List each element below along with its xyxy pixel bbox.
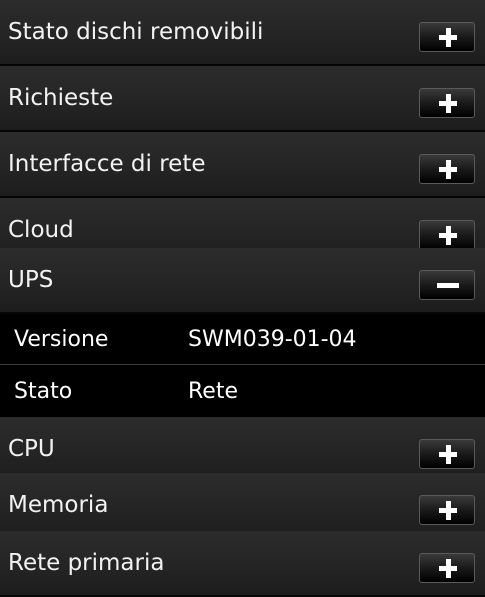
detail-value: SWM039-01-04	[188, 327, 357, 352]
section-title: Memoria	[8, 492, 109, 518]
expand-button[interactable]	[419, 22, 475, 52]
expand-button[interactable]	[419, 154, 475, 184]
section-title: Rete primaria	[8, 550, 165, 576]
detail-row-stato: Stato Rete	[0, 366, 485, 417]
expand-button[interactable]	[419, 495, 475, 525]
section-title: CPU	[8, 436, 55, 462]
section-title: Interfacce di rete	[8, 151, 206, 177]
system-status-panel: Stato dischi removibili Richieste Interf…	[0, 0, 485, 597]
section-title: UPS	[8, 267, 54, 293]
section-title: Richieste	[8, 85, 114, 111]
expand-button[interactable]	[419, 88, 475, 118]
detail-key: Stato	[14, 379, 73, 404]
section-header-rete-primaria[interactable]: Rete primaria	[0, 531, 485, 597]
section-header-memoria[interactable]: Memoria	[0, 473, 485, 539]
section-title: Stato dischi removibili	[8, 19, 264, 45]
expand-button[interactable]	[419, 220, 475, 250]
ups-details: Versione SWM039-01-04 Stato Rete	[0, 314, 485, 417]
detail-key: Versione	[14, 327, 109, 352]
section-header-interfacce-di-rete[interactable]: Interfacce di rete	[0, 132, 485, 198]
detail-value: Rete	[188, 379, 238, 404]
section-header-ups[interactable]: UPS	[0, 248, 485, 314]
section-header-richieste[interactable]: Richieste	[0, 66, 485, 132]
detail-row-versione: Versione SWM039-01-04	[0, 314, 485, 365]
expand-button[interactable]	[419, 439, 475, 469]
collapse-button[interactable]	[419, 270, 475, 300]
section-header-stato-dischi-removibili[interactable]: Stato dischi removibili	[0, 0, 485, 66]
expand-button[interactable]	[419, 553, 475, 583]
